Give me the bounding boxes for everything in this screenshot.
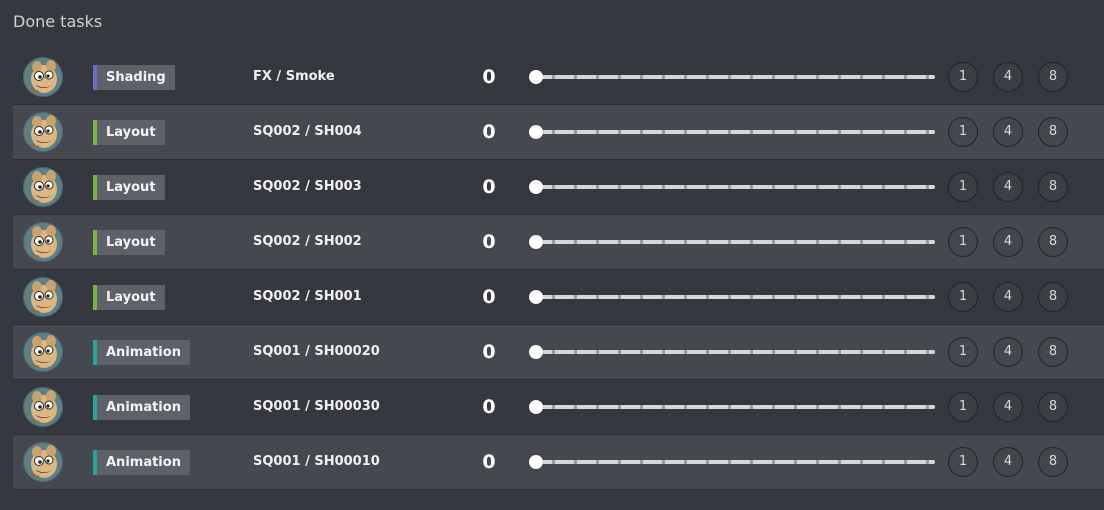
avatar[interactable] — [23, 442, 63, 482]
task-count: 0 — [482, 66, 496, 88]
avatar[interactable] — [23, 277, 63, 317]
quick-value-1-button[interactable]: 1 — [948, 227, 978, 257]
entity-name[interactable]: SQ002 / SH003 — [253, 179, 362, 194]
task-type-badge[interactable]: Layout — [93, 230, 165, 255]
entity-name[interactable]: SQ001 / SH00030 — [253, 399, 380, 414]
task-row: Shading FX / Smoke 0 1 4 8 — [13, 50, 1104, 105]
avatar[interactable] — [23, 387, 63, 427]
task-count: 0 — [482, 341, 496, 363]
entity-name[interactable]: SQ002 / SH002 — [253, 234, 362, 249]
value-slider[interactable] — [529, 121, 935, 141]
task-count: 0 — [482, 396, 496, 418]
slider-ticks — [533, 460, 935, 464]
entity-name[interactable]: FX / Smoke — [253, 69, 335, 84]
quick-value-8-button[interactable]: 8 — [1038, 392, 1068, 422]
quick-value-1-button[interactable]: 1 — [948, 172, 978, 202]
quick-value-1-button[interactable]: 1 — [948, 282, 978, 312]
quick-value-4-button[interactable]: 4 — [993, 392, 1023, 422]
quick-value-8-button[interactable]: 8 — [1038, 337, 1068, 367]
page-title: Done tasks — [13, 12, 103, 31]
avatar[interactable] — [23, 57, 63, 97]
task-count: 0 — [482, 286, 496, 308]
slider-ticks — [533, 240, 935, 244]
slider-ticks — [533, 405, 935, 409]
quick-value-4-button[interactable]: 4 — [993, 282, 1023, 312]
quick-value-4-button[interactable]: 4 — [993, 62, 1023, 92]
avatar[interactable] — [23, 112, 63, 152]
quick-value-1-button[interactable]: 1 — [948, 447, 978, 477]
value-slider[interactable] — [529, 341, 935, 361]
value-slider[interactable] — [529, 286, 935, 306]
quick-value-8-button[interactable]: 8 — [1038, 62, 1068, 92]
slider-thumb[interactable] — [529, 400, 543, 414]
task-row: Layout SQ002 / SH003 0 1 4 8 — [13, 160, 1104, 215]
slider-ticks — [533, 185, 935, 189]
quick-value-4-button[interactable]: 4 — [993, 447, 1023, 477]
done-tasks-list: Shading FX / Smoke 0 1 4 8 Layout SQ002 / SH004… — [13, 50, 1104, 490]
slider-ticks — [533, 130, 935, 134]
value-slider[interactable] — [529, 451, 935, 471]
value-slider[interactable] — [529, 176, 935, 196]
entity-name[interactable]: SQ002 / SH004 — [253, 124, 362, 139]
avatar[interactable] — [23, 222, 63, 262]
quick-value-4-button[interactable]: 4 — [993, 337, 1023, 367]
task-row: Animation SQ001 / SH00020 0 1 4 8 — [13, 325, 1104, 380]
quick-value-1-button[interactable]: 1 — [948, 62, 978, 92]
entity-name[interactable]: SQ002 / SH001 — [253, 289, 362, 304]
slider-ticks — [533, 75, 935, 79]
quick-value-8-button[interactable]: 8 — [1038, 447, 1068, 477]
entity-name[interactable]: SQ001 / SH00010 — [253, 454, 380, 469]
entity-name[interactable]: SQ001 / SH00020 — [253, 344, 380, 359]
slider-thumb[interactable] — [529, 235, 543, 249]
quick-value-8-button[interactable]: 8 — [1038, 172, 1068, 202]
task-row: Animation SQ001 / SH00010 0 1 4 8 — [13, 435, 1104, 490]
slider-thumb[interactable] — [529, 345, 543, 359]
slider-thumb[interactable] — [529, 180, 543, 194]
quick-value-8-button[interactable]: 8 — [1038, 227, 1068, 257]
task-type-badge[interactable]: Animation — [93, 395, 190, 420]
avatar[interactable] — [23, 332, 63, 372]
quick-value-4-button[interactable]: 4 — [993, 117, 1023, 147]
task-count: 0 — [482, 451, 496, 473]
task-row: Layout SQ002 / SH002 0 1 4 8 — [13, 215, 1104, 270]
slider-ticks — [533, 350, 935, 354]
task-type-badge[interactable]: Layout — [93, 120, 165, 145]
slider-thumb[interactable] — [529, 290, 543, 304]
slider-thumb[interactable] — [529, 70, 543, 84]
task-type-badge[interactable]: Animation — [93, 450, 190, 475]
slider-ticks — [533, 295, 935, 299]
quick-value-1-button[interactable]: 1 — [948, 117, 978, 147]
task-row: Animation SQ001 / SH00030 0 1 4 8 — [13, 380, 1104, 435]
quick-value-8-button[interactable]: 8 — [1038, 117, 1068, 147]
slider-thumb[interactable] — [529, 125, 543, 139]
quick-value-4-button[interactable]: 4 — [993, 227, 1023, 257]
task-count: 0 — [482, 231, 496, 253]
task-count: 0 — [482, 121, 496, 143]
quick-value-1-button[interactable]: 1 — [948, 392, 978, 422]
value-slider[interactable] — [529, 231, 935, 251]
task-count: 0 — [482, 176, 496, 198]
task-row: Layout SQ002 / SH004 0 1 4 8 — [13, 105, 1104, 160]
task-type-badge[interactable]: Shading — [93, 65, 175, 90]
value-slider[interactable] — [529, 66, 935, 86]
quick-value-8-button[interactable]: 8 — [1038, 282, 1068, 312]
avatar[interactable] — [23, 167, 63, 207]
task-row: Layout SQ002 / SH001 0 1 4 8 — [13, 270, 1104, 325]
task-type-badge[interactable]: Layout — [93, 175, 165, 200]
task-type-badge[interactable]: Animation — [93, 340, 190, 365]
quick-value-1-button[interactable]: 1 — [948, 337, 978, 367]
value-slider[interactable] — [529, 396, 935, 416]
slider-thumb[interactable] — [529, 455, 543, 469]
quick-value-4-button[interactable]: 4 — [993, 172, 1023, 202]
task-type-badge[interactable]: Layout — [93, 285, 165, 310]
